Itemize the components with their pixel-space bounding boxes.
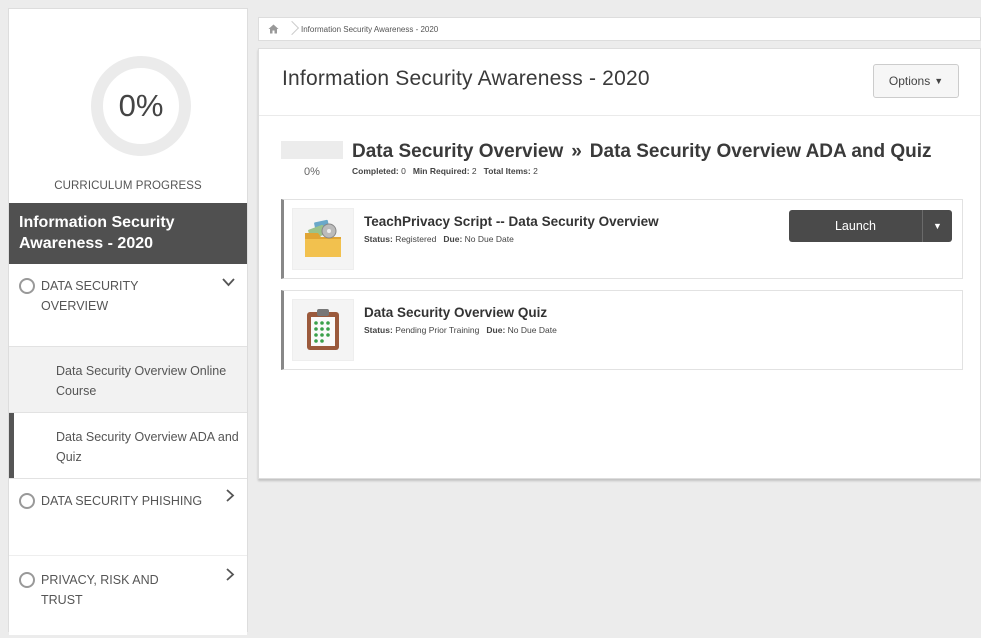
home-icon[interactable] (259, 18, 287, 40)
total-items-label: Total Items: (483, 166, 531, 176)
section-parent-title: Data Security Overview (352, 141, 564, 162)
options-label: Options (888, 74, 931, 88)
folder-icon (292, 208, 354, 270)
status-label: Status: (364, 325, 393, 335)
due-label: Due: (486, 325, 506, 335)
progress-label: CURRICULUM PROGRESS (54, 180, 202, 192)
sidebar-section-data-security-phishing[interactable]: DATA SECURITY PHISHING (9, 479, 247, 539)
item-title[interactable]: Data Security Overview Quiz (364, 305, 547, 320)
completed-value: 0 (401, 166, 406, 176)
due-value: No Due Date (464, 234, 514, 244)
status-label: Status: (364, 234, 393, 244)
breadcrumb: Information Security Awareness - 2020 (258, 17, 981, 41)
total-items-value: 2 (533, 166, 538, 176)
item-status: Status: Registered Due: No Due Date (364, 234, 514, 244)
min-required-label: Min Required: (412, 166, 470, 176)
options-button[interactable]: Options ▼ (873, 64, 959, 98)
page-title: Information Security Awareness - 2020 (282, 67, 650, 90)
curriculum-progress: 0% CURRICULUM PROGRESS (9, 9, 247, 203)
breadcrumb-current[interactable]: Information Security Awareness - 2020 (297, 25, 438, 34)
curriculum-sidebar: 0% CURRICULUM PROGRESS Information Secur… (8, 8, 248, 635)
launch-button[interactable]: Launch ▼ (789, 210, 952, 242)
section-progress-bar (281, 141, 343, 159)
chevron-down-icon[interactable] (222, 274, 235, 291)
status-value: Registered (395, 234, 437, 244)
divider (259, 115, 980, 116)
section-progress-percent: 0% (304, 166, 320, 178)
launch-label: Launch (834, 219, 876, 233)
sidebar-section-label: DATA SECURITY OVERVIEW (41, 279, 139, 313)
incomplete-circle-icon (19, 572, 35, 588)
chevron-right-icon[interactable] (226, 489, 235, 506)
section-title: Data Security Overview » Data Security Ove… (352, 141, 932, 163)
sidebar-section-label: PRIVACY, RISK AND TRUST (41, 573, 159, 607)
sidebar-section-label: DATA SECURITY PHISHING (41, 494, 203, 508)
sidebar-item-online-course[interactable]: Data Security Overview Online Course (9, 347, 247, 413)
due-value: No Due Date (507, 325, 557, 335)
sidebar-section-privacy-risk-trust[interactable]: PRIVACY, RISK AND TRUST (9, 555, 247, 635)
status-value: Pending Prior Training (395, 325, 480, 335)
min-required-value: 2 (471, 166, 477, 176)
sidebar-item-ada-and-quiz[interactable]: Data Security Overview ADA and Quiz (9, 413, 247, 479)
sidebar-section-data-security-overview[interactable]: DATA SECURITY OVERVIEW (9, 264, 247, 347)
training-item: TeachPrivacy Script -- Data Security Ove… (281, 199, 963, 279)
caret-down-icon[interactable]: ▼ (922, 210, 952, 242)
section-current-title: Data Security Overview ADA and Quiz (589, 141, 932, 162)
incomplete-circle-icon (19, 278, 35, 294)
sidebar-curriculum-title: Information Security Awareness - 2020 (9, 203, 247, 264)
training-item: Data Security Overview Quiz Status: Pend… (281, 290, 963, 370)
chevron-right-icon[interactable] (226, 568, 235, 585)
completed-label: Completed: (352, 166, 399, 176)
section-title-separator: » (571, 141, 582, 162)
breadcrumb-separator (287, 18, 297, 40)
main-content-card: Information Security Awareness - 2020 Op… (258, 48, 981, 479)
due-label: Due: (443, 234, 463, 244)
clipboard-quiz-icon (292, 299, 354, 361)
item-status: Status: Pending Prior Training Due: No D… (364, 325, 557, 335)
incomplete-circle-icon (19, 493, 35, 509)
progress-value: 0% (118, 88, 164, 123)
progress-ring: 0% (91, 56, 191, 156)
item-title[interactable]: TeachPrivacy Script -- Data Security Ove… (364, 214, 659, 229)
caret-down-icon: ▼ (934, 76, 944, 86)
section-stats: Completed: 0 Min Required: 2 Total Items: … (352, 166, 538, 176)
